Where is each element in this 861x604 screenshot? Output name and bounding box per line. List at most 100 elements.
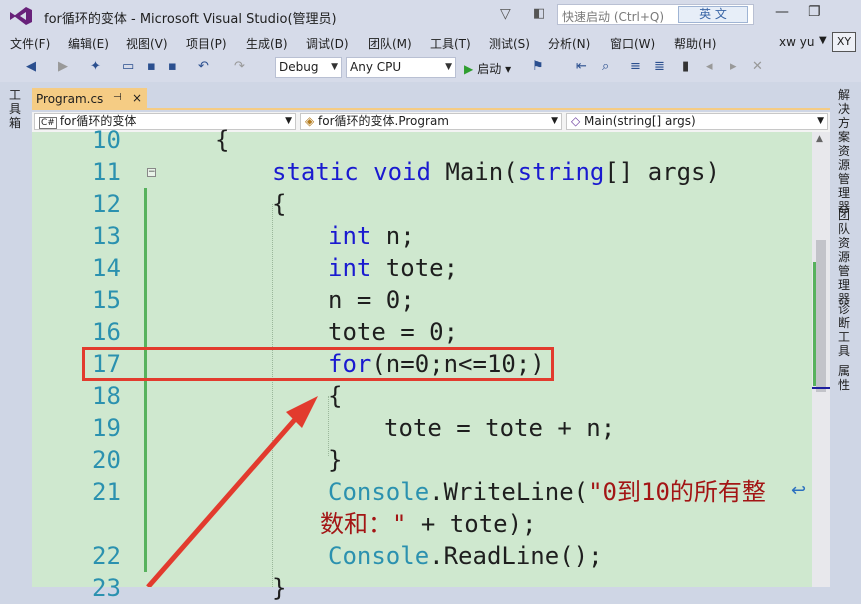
signed-in-user[interactable]: xw yu xyxy=(779,35,814,49)
find-icon[interactable]: ⌕ xyxy=(602,59,609,74)
code-line-21: Console.WriteLine("0到10的所有整 xyxy=(328,478,766,506)
window-title: for循环的变体 - Microsoft Visual Studio(管理员) xyxy=(44,12,337,27)
solution-platform-dropdown[interactable]: Any CPU ▼ xyxy=(346,57,456,78)
code-line-16: tote = 0; xyxy=(328,318,459,346)
code-line-19: tote = tote + n; xyxy=(384,414,616,442)
code-line-23: } xyxy=(272,574,287,602)
line-number: 20 xyxy=(92,446,121,474)
line-number: 14 xyxy=(92,254,121,282)
code-line-15: n = 0; xyxy=(328,286,415,314)
solution-platform-value: Any CPU xyxy=(350,60,402,74)
browser-link-icon[interactable]: ⚑ xyxy=(532,59,544,74)
code-line-21-wrapped: 数和：" + tote); xyxy=(320,510,537,538)
menu-edit[interactable]: 编辑(E) xyxy=(68,35,109,52)
comment-icon[interactable]: ≡ xyxy=(630,59,641,74)
properties-tab[interactable]: 属性 xyxy=(838,364,852,392)
class-dropdown[interactable]: ◈ for循环的变体.Program ▼ xyxy=(300,113,562,130)
line-number: 23 xyxy=(92,574,121,602)
navigate-forward-icon[interactable]: ▶ xyxy=(58,59,68,74)
line-number: 19 xyxy=(92,414,121,442)
scrollbar-thumb[interactable] xyxy=(816,240,826,392)
menu-test[interactable]: 测试(S) xyxy=(489,35,530,52)
open-file-icon[interactable]: ▭ xyxy=(122,59,134,74)
restore-button[interactable]: ❐ xyxy=(808,4,821,20)
chevron-down-icon: ▼ xyxy=(331,62,338,72)
team-explorer-tab[interactable]: 团队资源管理器 xyxy=(838,208,852,306)
new-project-icon[interactable]: ✦ xyxy=(90,59,101,74)
start-label: 启动 xyxy=(477,62,502,76)
chevron-down-icon: ▼ xyxy=(551,116,558,126)
prev-bookmark-icon[interactable]: ◂ xyxy=(706,59,713,74)
scroll-caret-marker xyxy=(812,387,830,389)
step-icon[interactable]: ⇤ xyxy=(576,59,587,74)
line-number: 22 xyxy=(92,542,121,570)
tab-program-cs[interactable]: Program.cs ⊣ × xyxy=(32,88,147,110)
menu-analyze[interactable]: 分析(N) xyxy=(548,35,590,52)
code-line-18: { xyxy=(328,382,343,410)
save-all-icon[interactable]: ▪ xyxy=(168,59,177,74)
chevron-down-icon[interactable]: ▼ xyxy=(819,35,827,46)
class-icon: ◈ xyxy=(305,114,319,128)
menu-bar: 文件(F) 编辑(E) 视图(V) 项目(P) 生成(B) 调试(D) 团队(M… xyxy=(0,32,861,54)
solution-configuration-dropdown[interactable]: Debug ▼ xyxy=(275,57,342,78)
start-debugging-button[interactable]: ▶ 启动 ▾ xyxy=(464,60,511,77)
line-number: 12 xyxy=(92,190,121,218)
indent-guide xyxy=(272,204,273,587)
close-icon[interactable]: × xyxy=(132,91,142,105)
solution-explorer-tab[interactable]: 解决方案资源管理器 xyxy=(838,88,852,214)
line-number: 16 xyxy=(92,318,121,346)
menu-help[interactable]: 帮助(H) xyxy=(674,35,716,52)
line-number: 13 xyxy=(92,222,121,250)
csharp-project-icon: C# xyxy=(39,117,57,129)
minimize-button[interactable]: — xyxy=(775,4,789,20)
play-icon: ▶ xyxy=(464,62,474,76)
code-line-22: Console.ReadLine(); xyxy=(328,542,603,570)
line-number: 15 xyxy=(92,286,121,314)
ime-indicator[interactable]: 英 文 xyxy=(678,6,748,23)
menu-team[interactable]: 团队(M) xyxy=(368,35,412,52)
toolbox-tab[interactable]: 工具箱 xyxy=(9,88,23,130)
tab-label: Program.cs xyxy=(36,92,104,106)
quick-launch-placeholder: 快速启动 (Ctrl+Q) xyxy=(562,10,665,24)
scroll-up-icon[interactable]: ▲ xyxy=(816,134,823,144)
line-number: 18 xyxy=(92,382,121,410)
line-number: 10 xyxy=(92,126,121,154)
menu-file[interactable]: 文件(F) xyxy=(10,35,50,52)
solution-configuration-value: Debug xyxy=(279,60,319,74)
pin-icon[interactable]: ⊣ xyxy=(113,92,122,103)
avatar[interactable]: XY xyxy=(832,32,856,52)
member-dropdown[interactable]: ◇ Main(string[] args) ▼ xyxy=(566,113,828,130)
menu-view[interactable]: 视图(V) xyxy=(126,35,168,52)
quick-launch-input[interactable]: 快速启动 (Ctrl+Q) 英 文 xyxy=(557,4,754,25)
undo-icon[interactable]: ↶ xyxy=(198,59,209,74)
save-icon[interactable]: ▪ xyxy=(147,59,156,74)
word-wrap-icon: ↩ xyxy=(791,480,807,501)
menu-window[interactable]: 窗口(W) xyxy=(610,35,655,52)
menu-debug[interactable]: 调试(D) xyxy=(306,35,349,52)
code-line-13: int n; xyxy=(328,222,415,250)
menu-build[interactable]: 生成(B) xyxy=(246,35,288,52)
visual-studio-logo-icon xyxy=(10,7,32,25)
diagnostic-tools-tab[interactable]: 诊断工具 xyxy=(838,302,852,358)
chevron-down-icon: ▼ xyxy=(285,116,292,126)
title-bar: for循环的变体 - Microsoft Visual Studio(管理员) … xyxy=(0,0,861,32)
menu-project[interactable]: 项目(P) xyxy=(186,35,227,52)
code-line-11: static void Main(string[] args) xyxy=(272,158,720,186)
clear-bookmarks-icon[interactable]: ✕ xyxy=(752,59,763,74)
filter-icon[interactable]: ▽ xyxy=(500,6,511,22)
feedback-icon[interactable]: ◧ xyxy=(533,6,545,21)
uncomment-icon[interactable]: ≣ xyxy=(654,59,665,74)
method-icon: ◇ xyxy=(571,114,585,128)
line-number: 21 xyxy=(92,478,121,506)
code-line-14: int tote; xyxy=(328,254,459,282)
highlight-annotation-box xyxy=(82,347,554,381)
bookmark-icon[interactable]: ▮ xyxy=(682,59,689,74)
redo-icon[interactable]: ↷ xyxy=(234,59,245,74)
menu-tools[interactable]: 工具(T) xyxy=(430,35,471,52)
standard-toolbar: ◀ ▶ ✦ ▭ ▪ ▪ ↶ ↷ Debug ▼ Any CPU ▼ ▶ 启动 ▾ … xyxy=(0,54,861,82)
code-line-20: } xyxy=(328,446,343,474)
next-bookmark-icon[interactable]: ▸ xyxy=(730,59,737,74)
class-name: for循环的变体.Program xyxy=(318,114,449,128)
member-name: Main(string[] args) xyxy=(584,114,696,128)
navigate-back-icon[interactable]: ◀ xyxy=(26,59,36,74)
